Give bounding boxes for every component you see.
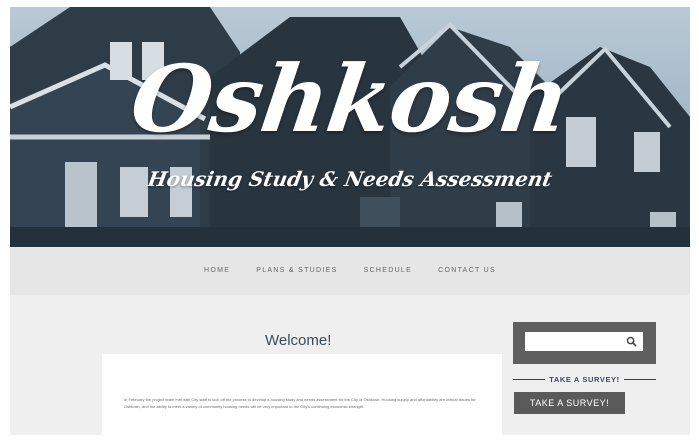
article-body: In February the project team met with Ci… <box>124 397 476 409</box>
nav-item-home[interactable]: HOME <box>204 267 230 274</box>
site-subtitle: Housing Study & Needs Assessment <box>145 167 555 191</box>
article-card: In February the project team met with Ci… <box>102 354 502 444</box>
search-input[interactable] <box>525 332 643 351</box>
search-widget <box>513 322 656 364</box>
nav-item-schedule[interactable]: SCHEDULE <box>364 267 413 274</box>
nav-item-plans-studies[interactable]: PLANS & STUDIES <box>256 267 337 274</box>
site-title: Oshkosh <box>124 45 576 153</box>
page-heading: Welcome! <box>265 332 332 349</box>
hero-banner: Oshkosh Housing Study & Needs Assessment <box>10 7 690 247</box>
nav-item-contact-us[interactable]: CONTACT US <box>438 267 496 274</box>
survey-heading-text: TAKE A SURVEY! <box>549 375 620 384</box>
main-navigation: HOME PLANS & STUDIES SCHEDULE CONTACT US <box>10 247 690 295</box>
search-icon[interactable] <box>626 336 637 347</box>
content-area: Welcome! In February the project team me… <box>10 295 690 444</box>
take-survey-button[interactable]: TAKE A SURVEY! <box>514 392 625 414</box>
survey-heading: TAKE A SURVEY! <box>513 375 656 384</box>
divider-left <box>513 379 546 380</box>
divider-right <box>623 379 656 380</box>
